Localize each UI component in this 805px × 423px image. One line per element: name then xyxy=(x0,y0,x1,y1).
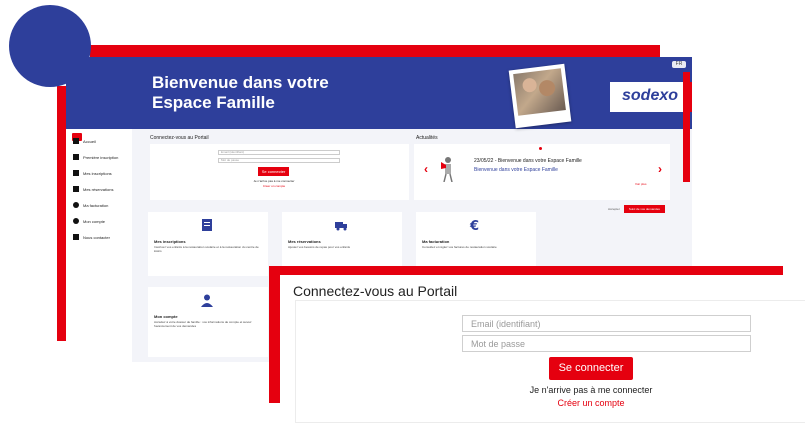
welcome-banner: Bienvenue dans votre Espace Famille FR s… xyxy=(66,57,692,129)
banner-title-line2: Espace Famille xyxy=(152,93,275,112)
calendar-icon xyxy=(73,186,79,192)
sidebar-item-label: Nous contacter xyxy=(83,234,110,240)
tile-description: Consultez et réglez vos factures de rest… xyxy=(422,245,497,249)
login-button[interactable]: Se connecter xyxy=(549,357,633,380)
tile-description: Inscrivez vos enfants à la restauration … xyxy=(154,245,259,253)
login-button-small[interactable]: Se connecter xyxy=(258,167,289,176)
sodexo-logo: sodexo xyxy=(610,82,692,112)
decorative-red-bar-overlay-top xyxy=(269,266,783,275)
family-photo xyxy=(508,63,572,129)
euro-icon: € xyxy=(469,219,479,232)
forgot-link-small[interactable]: Je n'arrive pas à me connecter xyxy=(234,179,314,183)
banner-title-line1: Bienvenue dans votre xyxy=(152,73,329,92)
sidebar-item-ma-facturation[interactable]: Ma facturation xyxy=(73,201,108,209)
user-icon xyxy=(73,218,79,224)
carousel-indicator[interactable] xyxy=(539,147,542,150)
tile-description: Ajustez vos besoins de repas pour vos en… xyxy=(288,245,351,249)
login-card: Se connecter Je n'arrive pas à me connec… xyxy=(295,300,805,423)
accept-text[interactable]: Accepter xyxy=(608,207,620,211)
sidebar-item-accueil[interactable]: Accueil xyxy=(73,137,96,145)
tile-title: Mon compte xyxy=(154,314,178,319)
banner-title: Bienvenue dans votre Espace Famille xyxy=(152,73,329,113)
tile-title: Mes inscriptions xyxy=(154,239,186,244)
see-more-link[interactable]: Voir plus xyxy=(635,182,647,186)
svg-text:€: € xyxy=(469,219,479,232)
tile-mon-compte[interactable]: Mon compte Accédez à votre dossier de fa… xyxy=(148,287,268,357)
sidebar-item-label: Accueil xyxy=(83,138,96,144)
news-section-title: Actualités xyxy=(416,135,438,141)
login-card-small: Email (identifiant) Mot de passe Se conn… xyxy=(150,144,409,200)
sidebar-item-nous-contacter[interactable]: Nous contacter xyxy=(73,233,110,241)
decorative-red-bar-left xyxy=(57,86,66,341)
sidebar-item-label: Ma facturation xyxy=(83,202,109,208)
sidebar-item-mon-compte[interactable]: Mon compte xyxy=(73,217,105,225)
email-field[interactable] xyxy=(462,315,751,332)
home-icon xyxy=(73,138,79,144)
sidebar-item-mes-inscriptions[interactable]: Mes inscriptions xyxy=(73,169,112,177)
truck-icon xyxy=(335,222,347,231)
password-field-small[interactable]: Mot de passe xyxy=(218,158,340,163)
tile-description: Accédez à votre dossier de famille : vos… xyxy=(154,320,252,328)
tile-title: Ma facturation xyxy=(422,239,450,244)
forgot-login-link[interactable]: Je n'arrive pas à me connecter xyxy=(481,385,701,395)
decorative-red-bar-right xyxy=(683,72,690,182)
tile-mes-inscriptions[interactable]: Mes inscriptions Inscrivez vos enfants à… xyxy=(148,212,268,276)
sidebar: Accueil Première inscription Mes inscrip… xyxy=(66,129,132,362)
tile-title: Mes réservations xyxy=(288,239,321,244)
sidebar-item-premiere-inscription[interactable]: Première inscription xyxy=(73,153,118,161)
create-account-link-small[interactable]: Créer un compte xyxy=(234,184,314,188)
user-icon xyxy=(201,294,213,307)
logo-text: sodexo xyxy=(622,87,679,104)
sidebar-item-label: Mon compte xyxy=(83,218,106,224)
create-account-link[interactable]: Créer un compte xyxy=(481,398,701,408)
news-headline: 23/05/22 - Bienvenue dans votre Espace F… xyxy=(474,158,582,164)
grid-icon xyxy=(73,170,79,176)
login-zoom-panel: Connectez-vous au Portail Se connecter J… xyxy=(280,275,805,423)
news-card: ‹ › 23/05/22 - Bienvenue dans votre Espa… xyxy=(414,144,670,200)
email-field-small[interactable]: Email (identifiant) xyxy=(218,150,340,155)
chevron-right-icon[interactable]: › xyxy=(658,162,662,176)
euro-icon xyxy=(73,202,79,208)
decorative-red-bar-top xyxy=(90,45,660,57)
decorative-red-bar-overlay-left xyxy=(269,266,280,403)
requests-action-row: Accepter Suivi de vos demandes xyxy=(608,205,665,213)
requests-button[interactable]: Suivi de vos demandes xyxy=(623,205,665,213)
sidebar-item-label: Mes inscriptions xyxy=(83,170,112,176)
megaphone-figure-icon xyxy=(441,157,453,182)
login-title: Connectez-vous au Portail xyxy=(293,283,458,299)
chevron-left-icon[interactable]: ‹ xyxy=(424,162,428,176)
language-button[interactable]: FR xyxy=(672,61,686,68)
mail-icon xyxy=(73,234,79,240)
sidebar-item-label: Première inscription xyxy=(83,154,119,160)
form-icon xyxy=(73,154,79,160)
news-link[interactable]: Bienvenue dans votre Espace Famille xyxy=(474,167,558,173)
login-section-title: Connectez-vous au Portail xyxy=(150,135,209,141)
sidebar-item-mes-reservations[interactable]: Mes réservations xyxy=(73,185,113,193)
sidebar-item-label: Mes réservations xyxy=(83,186,114,192)
form-icon xyxy=(202,219,212,231)
password-field[interactable] xyxy=(462,335,751,352)
